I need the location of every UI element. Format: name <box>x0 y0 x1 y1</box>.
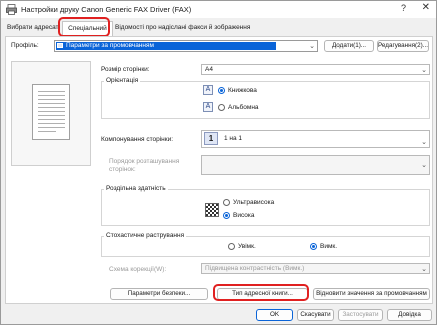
profile-selected: Параметри за промовчанням <box>56 42 276 50</box>
stochastic-off-label: Вимк. <box>320 243 338 250</box>
chevron-down-icon: ⌄ <box>309 43 315 50</box>
landscape-label: Альбомна <box>228 104 259 111</box>
title-bar: Настройки друку Canon Generic FAX Driver… <box>1 1 436 18</box>
printing-preferences-dialog: Настройки друку Canon Generic FAX Driver… <box>0 0 437 325</box>
help-button[interactable]: Довідка <box>387 309 432 321</box>
high-resolution-label: Висока <box>233 212 255 219</box>
orientation-group <box>101 81 430 119</box>
window-title: Настройки друку Canon Generic FAX Driver… <box>21 5 192 14</box>
tab-select-recipient[interactable]: Вибрати адресат <box>7 24 59 35</box>
profile-label: Профіль: <box>11 42 39 49</box>
layout-number-icon: 1 <box>204 132 218 145</box>
ok-button[interactable]: OK <box>256 309 293 321</box>
portrait-orientation-icon: A <box>203 85 213 95</box>
landscape-orientation-icon: A <box>203 102 213 112</box>
help-title-button[interactable]: ? <box>401 3 406 13</box>
address-button-highlight-outline <box>213 284 309 301</box>
high-resolution-radio[interactable] <box>223 212 230 219</box>
apply-button: Застосувати <box>338 309 383 321</box>
chevron-down-icon: ⌄ <box>421 139 427 146</box>
page-size-dropdown[interactable]: A4 ⌄ <box>201 64 430 75</box>
special-panel: Профіль: Параметри за промовчанням ⌄ Дод… <box>5 36 433 304</box>
restore-defaults-button[interactable]: Відновити значення за промовчанням <box>313 288 430 300</box>
chevron-down-icon: ⌄ <box>421 162 427 169</box>
chevron-down-icon: ⌄ <box>421 67 427 74</box>
page-size-label: Розмір сторінки: <box>101 66 150 73</box>
page-order-label: Порядок розташування сторінок: <box>109 158 180 173</box>
layout-dropdown[interactable]: 1 на 1 ⌄ <box>201 130 430 148</box>
stochastic-group <box>101 236 430 257</box>
orientation-title: Орієнтація <box>104 77 141 84</box>
ultra-resolution-radio[interactable] <box>223 199 230 206</box>
security-settings-button[interactable]: Параметри безпеки... <box>110 288 208 300</box>
tab-sent-fax-info[interactable]: Відомості про надіслані факси й зображен… <box>115 24 250 35</box>
resolution-group <box>101 189 430 226</box>
resolution-title: Роздільна здатність <box>104 185 168 192</box>
ultra-resolution-label: Ультрависока <box>233 199 275 206</box>
cancel-button[interactable]: Скасувати <box>297 309 334 321</box>
tab-highlight-outline <box>58 17 110 37</box>
chevron-down-icon: ⌄ <box>421 266 427 273</box>
close-button[interactable]: ✕ <box>422 2 430 13</box>
profile-dropdown[interactable]: Параметри за промовчанням ⌄ <box>54 40 318 52</box>
correction-dropdown: Підвищена контрастність (Вимк.) ⌄ <box>201 263 430 274</box>
halftone-pattern-icon <box>205 203 219 217</box>
edit-profile-button[interactable]: Редагування(2)... <box>377 40 429 52</box>
stochastic-on-radio[interactable] <box>228 243 235 250</box>
page-preview <box>11 61 91 166</box>
portrait-label: Книжкова <box>228 87 257 94</box>
stochastic-off-radio[interactable] <box>310 243 317 250</box>
stochastic-on-label: Увімк. <box>238 243 256 250</box>
layout-label: Компонування сторінки: <box>101 136 174 143</box>
add-profile-button[interactable]: Додати(1)... <box>324 40 374 52</box>
page-order-dropdown: ⌄ <box>201 155 430 175</box>
preview-page <box>32 84 70 140</box>
printer-icon <box>6 4 17 15</box>
correction-label: Схема корекції(W): <box>109 266 167 273</box>
profile-icon <box>57 43 63 48</box>
portrait-radio[interactable] <box>218 87 225 94</box>
landscape-radio[interactable] <box>218 104 225 111</box>
stochastic-title: Стохастичне растрування <box>104 232 187 239</box>
